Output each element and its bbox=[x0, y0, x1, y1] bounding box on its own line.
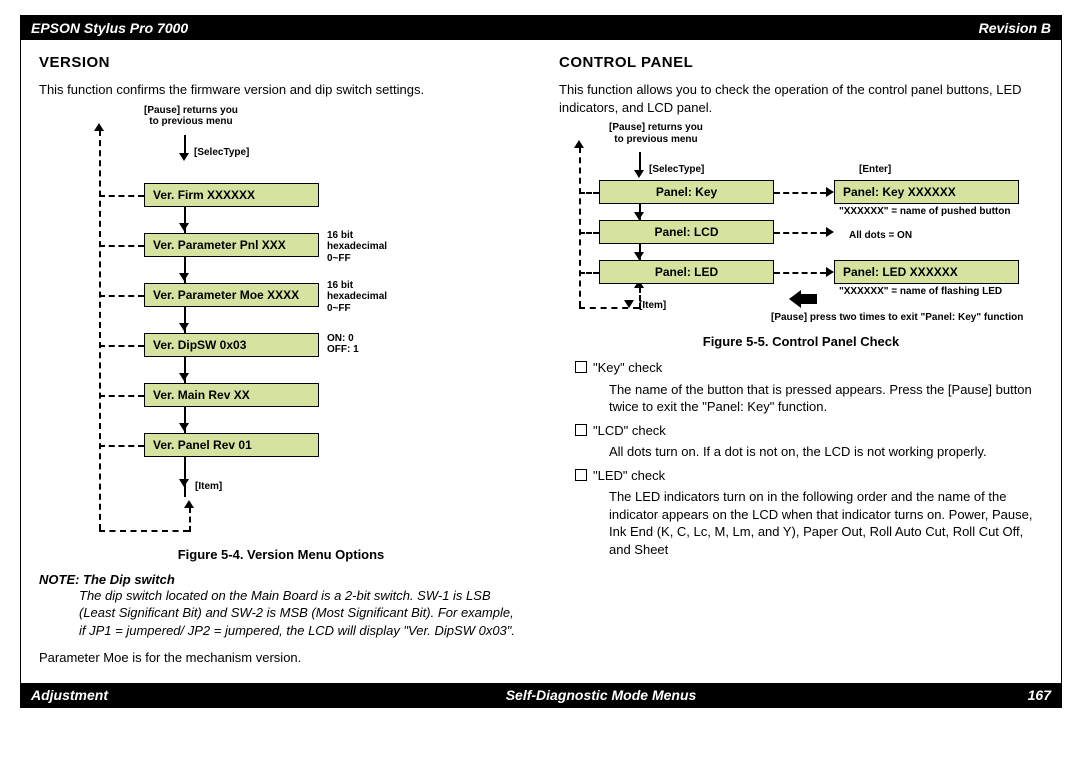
dh1 bbox=[99, 195, 144, 197]
version-intro: This function confirms the firmware vers… bbox=[39, 81, 523, 99]
header-right: Revision B bbox=[979, 20, 1051, 36]
cdr1 bbox=[774, 192, 826, 194]
cdr2a bbox=[826, 227, 834, 237]
content: VERSION This function confirms the firmw… bbox=[21, 40, 1061, 683]
h-control: CONTROL PANEL bbox=[559, 54, 1043, 71]
box-main: Ver. Main Rev XX bbox=[144, 383, 319, 407]
dh3 bbox=[99, 295, 144, 297]
dh6 bbox=[99, 445, 144, 447]
figcap-control: Figure 5-5. Control Panel Check bbox=[559, 334, 1043, 349]
dash-spine bbox=[99, 130, 101, 530]
check-led: "LED" check bbox=[575, 467, 1043, 485]
page-frame: EPSON Stylus Pro 7000 Revision B VERSION… bbox=[20, 15, 1062, 708]
dh5 bbox=[99, 395, 144, 397]
col-version: VERSION This function confirms the firmw… bbox=[21, 40, 541, 683]
ad3 bbox=[179, 323, 189, 331]
arrow-pause-up bbox=[94, 123, 104, 131]
dh2 bbox=[99, 245, 144, 247]
col-control: CONTROL PANEL This function allows you t… bbox=[541, 40, 1061, 683]
cad2 bbox=[634, 252, 644, 260]
arrow-selectype-dn bbox=[179, 153, 189, 161]
footer-left: Adjustment bbox=[31, 687, 231, 703]
h-version: VERSION bbox=[39, 54, 523, 71]
c-selectype-dn bbox=[634, 170, 644, 178]
side3: ON: 0 OFF: 1 bbox=[327, 333, 359, 356]
cdh2 bbox=[579, 232, 599, 234]
note-key: "XXXXXX" = name of pushed button bbox=[839, 206, 1010, 218]
c-item-dn bbox=[624, 300, 634, 308]
check-key: "Key" check bbox=[575, 359, 1043, 377]
box-led: Panel: LED bbox=[599, 260, 774, 284]
box-firm: Ver. Firm XXXXXX bbox=[144, 183, 319, 207]
cdr1a bbox=[826, 187, 834, 197]
figcap-version: Figure 5-4. Version Menu Options bbox=[39, 547, 523, 562]
footer-center: Self-Diagnostic Mode Menus bbox=[231, 687, 971, 703]
note-head: NOTE: The Dip switch bbox=[39, 572, 175, 587]
cdr3 bbox=[774, 272, 826, 274]
note-led: "XXXXXX" = name of flashing LED bbox=[839, 286, 1002, 298]
c-pause-note: [Pause] returns you to previous menu bbox=[609, 122, 703, 145]
check-list: "Key" check The name of the button that … bbox=[575, 359, 1043, 558]
check-lcd: "LCD" check bbox=[575, 422, 1043, 440]
c-pause-up bbox=[574, 140, 584, 148]
ad4 bbox=[179, 373, 189, 381]
c-item: [Item] bbox=[639, 300, 666, 312]
box-pmoe: Ver. Parameter Moe XXXX bbox=[144, 283, 319, 307]
check-led-d: The LED indicators turn on in the follow… bbox=[609, 488, 1043, 558]
version-tail: Parameter Moe is for the mechanism versi… bbox=[39, 649, 523, 667]
cdr3a bbox=[826, 267, 834, 277]
footer-banner: Adjustment Self-Diagnostic Mode Menus 16… bbox=[21, 683, 1061, 707]
box-panel: Ver. Panel Rev 01 bbox=[144, 433, 319, 457]
note-lcd: All dots = ON bbox=[849, 230, 912, 242]
cad1 bbox=[634, 212, 644, 220]
header-left: EPSON Stylus Pro 7000 bbox=[31, 20, 188, 36]
box-key-r: Panel: Key XXXXXX bbox=[834, 180, 1019, 204]
box-ppnl: Ver. Parameter Pnl XXX bbox=[144, 233, 319, 257]
side1: 16 bit hexadecimal 0~FF bbox=[327, 230, 387, 265]
dash-arrow-up bbox=[184, 500, 194, 508]
check-lcd-t: "LCD" check bbox=[593, 423, 666, 438]
cdh3 bbox=[579, 272, 599, 274]
sv6 bbox=[184, 457, 186, 497]
check-led-t: "LED" check bbox=[593, 468, 665, 483]
dash-bottom bbox=[99, 530, 189, 532]
header-banner: EPSON Stylus Pro 7000 Revision B bbox=[21, 16, 1061, 40]
side2: 16 bit hexadecimal 0~FF bbox=[327, 280, 387, 315]
footer-right: 167 bbox=[971, 687, 1051, 703]
cdr2 bbox=[774, 232, 826, 234]
checkbox-icon bbox=[575, 361, 587, 373]
ad2 bbox=[179, 273, 189, 281]
check-key-t: "Key" check bbox=[593, 360, 662, 375]
diagram-version: [Pause] returns you to previous menu [Se… bbox=[39, 105, 523, 535]
ad5 bbox=[179, 423, 189, 431]
checkbox-icon bbox=[575, 424, 587, 436]
c-solid-top bbox=[639, 152, 641, 170]
cdh1 bbox=[579, 192, 599, 194]
ad-item bbox=[179, 479, 189, 487]
diagram-control: [Pause] returns you to previous menu [Se… bbox=[559, 122, 1043, 322]
ad1 bbox=[179, 223, 189, 231]
pause-exit: [Pause] press two times to exit "Panel: … bbox=[771, 312, 1041, 324]
note-block: NOTE: The Dip switch The dip switch loca… bbox=[39, 572, 523, 640]
dash-bottom-v bbox=[189, 507, 191, 532]
box-dip: Ver. DipSW 0x03 bbox=[144, 333, 319, 357]
note-body: The dip switch located on the Main Board… bbox=[79, 587, 523, 640]
dh4 bbox=[99, 345, 144, 347]
lbl-enter: [Enter] bbox=[859, 164, 891, 176]
c-selectype: [SelecType] bbox=[649, 164, 704, 176]
box-lcd: Panel: LCD bbox=[599, 220, 774, 244]
big-arrow-left-icon bbox=[789, 292, 817, 306]
check-lcd-d: All dots turn on. If a dot is not on, th… bbox=[609, 443, 1043, 461]
lbl-selectype: [SelecType] bbox=[194, 147, 249, 159]
pause-note: [Pause] returns you to previous menu bbox=[144, 105, 238, 128]
c-spine bbox=[579, 147, 581, 307]
box-key: Panel: Key bbox=[599, 180, 774, 204]
solid-top bbox=[184, 135, 186, 153]
lbl-item: [Item] bbox=[195, 481, 222, 493]
checkbox-icon bbox=[575, 469, 587, 481]
box-led-r: Panel: LED XXXXXX bbox=[834, 260, 1019, 284]
check-key-d: The name of the button that is pressed a… bbox=[609, 381, 1043, 416]
control-intro: This function allows you to check the op… bbox=[559, 81, 1043, 116]
